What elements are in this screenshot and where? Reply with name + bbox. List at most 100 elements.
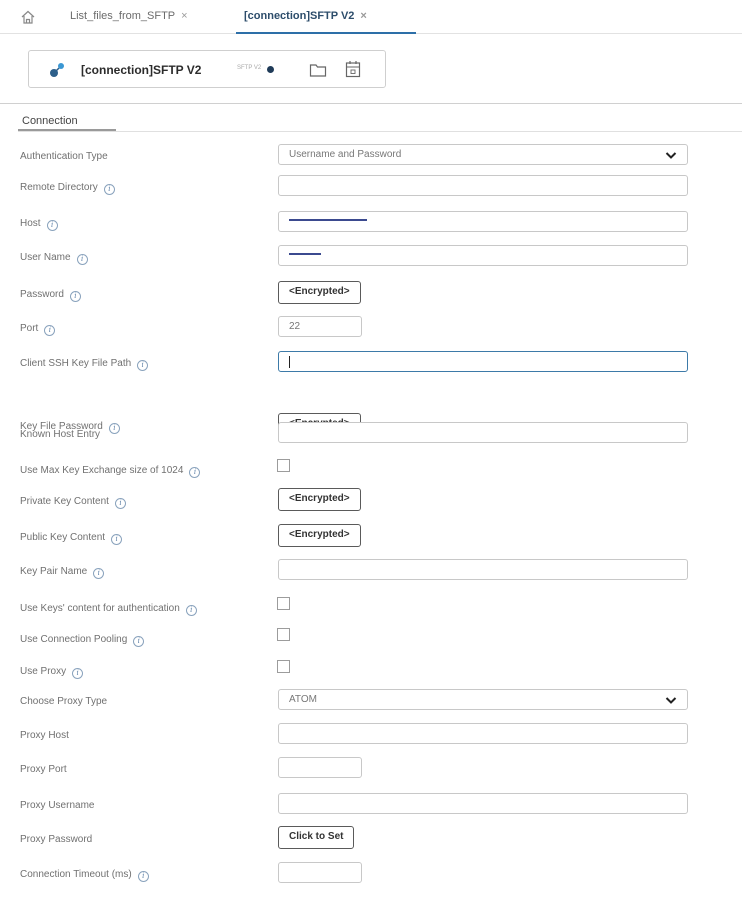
field-row-proxy-password: Proxy Password Click to Set (0, 826, 742, 853)
redacted-value (289, 253, 321, 255)
field-label: Port i (20, 323, 56, 336)
component-type: SFTP V2 (237, 65, 262, 71)
ssh-key-path-input[interactable] (278, 351, 688, 372)
key-pair-name-input[interactable] (278, 559, 688, 580)
proxy-password-button[interactable]: Click to Set (278, 826, 355, 849)
close-icon[interactable]: × (181, 10, 187, 22)
info-icon[interactable]: i (133, 636, 145, 647)
proxy-host-input[interactable] (278, 723, 688, 744)
folder-icon[interactable] (309, 62, 327, 78)
field-label-text: Remote Directory (20, 182, 98, 193)
status-dot (267, 66, 274, 73)
user-name-input[interactable] (278, 245, 688, 266)
field-row-port: Port i 22 (0, 316, 742, 342)
component-title: [connection]SFTP V2 (81, 63, 202, 77)
field-label: Proxy Host (20, 730, 69, 741)
field-row-ssh-key-path: Client SSH Key File Path i (0, 351, 742, 377)
field-label-text: Port (20, 323, 39, 334)
field-row-auth-type: Authentication Type Username and Passwor… (0, 144, 742, 170)
field-label-text: Private Key Content (20, 496, 109, 507)
field-label-text: Password (20, 289, 64, 300)
field-label: Host i (20, 218, 58, 231)
field-row-key-pair-name: Key Pair Name i (0, 559, 742, 585)
info-icon[interactable]: i (44, 325, 56, 336)
field-label: Use Keys' content for authentication i (20, 603, 197, 616)
field-label-text: Use Max Key Exchange size of 1024 (20, 465, 184, 476)
info-icon[interactable]: i (137, 871, 149, 882)
selected-value: ATOM (289, 694, 317, 705)
field-row-user-name: User Name i (0, 245, 742, 271)
field-label: Connection Timeout (ms) i (20, 869, 149, 882)
proxy-port-input[interactable] (278, 757, 362, 778)
field-label: Public Key Content i (20, 532, 123, 545)
max-key-exchange-checkbox[interactable] (277, 459, 290, 472)
password-button[interactable]: <Encrypted> (278, 281, 361, 304)
info-icon[interactable]: i (46, 220, 58, 231)
field-label: Known Host Entry (20, 429, 101, 440)
field-row-private-key: Private Key Content i <Encrypted> (0, 488, 742, 515)
tab-list-files[interactable]: List_files_from_SFTP × (70, 10, 188, 22)
field-label: User Name i (20, 252, 88, 265)
connection-timeout-input[interactable] (278, 862, 362, 883)
field-label: Authentication Type (20, 151, 108, 162)
field-label: Proxy Username (20, 800, 95, 811)
redacted-value (289, 219, 367, 221)
use-keys-content-checkbox[interactable] (277, 597, 290, 610)
field-label-text: Host (20, 218, 41, 229)
component-header: [connection]SFTP V2 SFTP V2 (28, 50, 386, 88)
field-label: Proxy Password (20, 834, 93, 845)
field-row-proxy-type: Choose Proxy Type ATOM (0, 689, 742, 715)
calendar-icon[interactable] (345, 60, 361, 78)
field-label-text: Client SSH Key File Path (20, 358, 132, 369)
info-icon[interactable]: i (76, 254, 88, 265)
tab-connection[interactable]: Connection (22, 115, 78, 127)
field-label: Use Proxy i (20, 666, 84, 679)
home-icon[interactable] (20, 9, 36, 25)
private-key-button[interactable]: <Encrypted> (278, 488, 361, 511)
tab-connection-sftp[interactable]: [connection]SFTP V2 × (244, 10, 367, 22)
field-label: Choose Proxy Type (20, 696, 108, 707)
close-icon[interactable]: × (360, 10, 366, 22)
field-label-text: Use Connection Pooling (20, 634, 128, 645)
field-label-text: Use Keys' content for authentication (20, 603, 180, 614)
host-input[interactable] (278, 211, 688, 232)
field-label: Proxy Port (20, 764, 67, 775)
proxy-type-select[interactable]: ATOM (278, 689, 688, 710)
field-row-use-proxy: Use Proxy i (0, 659, 742, 685)
divider (18, 131, 742, 132)
field-label-text: Connection Timeout (ms) (20, 869, 132, 880)
field-label-text: User Name (20, 252, 71, 263)
info-icon[interactable]: i (69, 291, 81, 302)
info-icon[interactable]: i (185, 605, 197, 616)
field-row-proxy-port: Proxy Port (0, 757, 742, 783)
chevron-down-icon (665, 152, 677, 159)
field-label: Private Key Content i (20, 496, 126, 509)
info-icon[interactable]: i (114, 498, 126, 509)
info-icon[interactable]: i (189, 467, 201, 478)
public-key-button[interactable]: <Encrypted> (278, 524, 361, 547)
field-row-remote-directory: Remote Directory i (0, 175, 742, 201)
field-row-connection-timeout: Connection Timeout (ms) i (0, 862, 742, 888)
info-icon[interactable]: i (137, 360, 149, 371)
port-input[interactable]: 22 (278, 316, 362, 337)
field-row-connection-pooling: Use Connection Pooling i (0, 627, 742, 653)
info-icon[interactable]: i (72, 668, 84, 679)
proxy-username-input[interactable] (278, 793, 688, 814)
field-row-use-keys-content: Use Keys' content for authentication i (0, 596, 742, 622)
auth-type-select[interactable]: Username and Password (278, 144, 688, 165)
field-label: Password i (20, 289, 81, 302)
tab-label: List_files_from_SFTP (70, 10, 176, 22)
info-icon[interactable]: i (111, 534, 123, 545)
active-tab-indicator (236, 32, 416, 34)
selected-value: Username and Password (289, 149, 402, 160)
info-icon[interactable]: i (103, 184, 115, 195)
info-icon[interactable]: i (93, 568, 105, 579)
known-host-input[interactable] (278, 422, 688, 443)
text-caret (289, 356, 290, 368)
field-row-max-key-exchange: Use Max Key Exchange size of 1024 i (0, 458, 742, 484)
chevron-down-icon (665, 697, 677, 704)
divider (0, 103, 742, 104)
remote-directory-input[interactable] (278, 175, 688, 196)
connection-pooling-checkbox[interactable] (277, 628, 290, 641)
use-proxy-checkbox[interactable] (277, 660, 290, 673)
